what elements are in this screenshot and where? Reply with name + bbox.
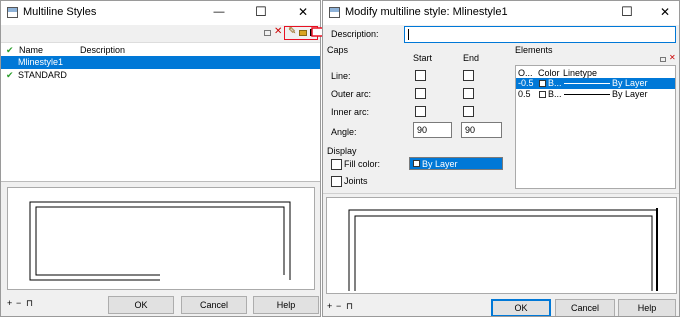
color-column-header[interactable]: Color <box>538 68 560 78</box>
angle-end-input[interactable]: 90 <box>461 122 502 138</box>
linetype-sample <box>564 83 610 84</box>
inner-arc-start-checkbox[interactable] <box>415 106 426 117</box>
color-swatch-icon <box>539 91 546 98</box>
list-item[interactable]: ✔ STANDARD <box>1 69 320 82</box>
description-column-header[interactable]: Description <box>80 45 125 55</box>
maximize-button[interactable]: ☐ <box>247 1 275 23</box>
outer-arc-label: Outer arc: <box>331 89 372 99</box>
zoom-in-icon[interactable]: + <box>7 298 12 308</box>
app-icon <box>329 7 340 18</box>
fill-color-checkbox[interactable] <box>331 159 342 170</box>
element-color: B... <box>548 89 562 99</box>
cancel-button[interactable]: Cancel <box>555 299 615 316</box>
display-heading: Display <box>327 146 357 156</box>
description-label: Description: <box>331 29 379 39</box>
zoom-out-icon[interactable]: − <box>16 298 21 308</box>
close-button[interactable]: ✕ <box>651 1 679 23</box>
multiline-styles-dialog: Multiline Styles — ☐ ✕ ✕ ✎ ✔ Name Descri… <box>0 0 321 317</box>
pencil-edit-icon[interactable]: ✎ <box>288 26 296 37</box>
ok-button[interactable]: OK <box>491 299 551 316</box>
dialog-title: Multiline Styles <box>23 6 97 18</box>
element-row[interactable]: -0.5 B... By Layer <box>516 78 675 89</box>
color-swatch-icon <box>539 80 546 87</box>
fill-color-label: Fill color: <box>344 159 381 169</box>
help-button[interactable]: Help <box>253 296 319 314</box>
zoom-out-icon[interactable]: − <box>336 301 341 311</box>
minimize-button[interactable]: — <box>205 1 233 23</box>
ok-button[interactable]: OK <box>108 296 174 314</box>
close-button[interactable]: ✕ <box>289 1 317 23</box>
style-name: Mlinestyle1 <box>18 57 64 67</box>
linetype-sample <box>564 94 610 95</box>
fill-color-value: By Layer <box>422 159 458 169</box>
preview-lines <box>29 201 291 281</box>
list-item[interactable]: Mlinestyle1 <box>1 56 320 69</box>
angle-start-input[interactable]: 90 <box>413 122 452 138</box>
elements-heading: Elements <box>515 45 553 55</box>
app-icon <box>7 7 18 18</box>
title-bar: Multiline Styles — ☐ ✕ <box>1 1 320 25</box>
title-bar: Modify multiline style: Mlinestyle1 ☐ ✕ <box>323 1 679 25</box>
outer-arc-start-checkbox[interactable] <box>415 88 426 99</box>
folder-open-icon[interactable] <box>299 30 307 36</box>
name-column-header[interactable]: Name <box>19 45 43 55</box>
joints-label: Joints <box>344 176 368 186</box>
delete-x-icon[interactable]: ✕ <box>669 53 676 62</box>
restore-small-icon[interactable] <box>660 57 666 62</box>
preview-lines <box>348 208 658 291</box>
joints-checkbox[interactable] <box>331 176 342 187</box>
element-offset: -0.5 <box>518 78 534 88</box>
caps-heading: Caps <box>327 45 349 55</box>
zoom-fit-icon[interactable]: ⊓ <box>346 301 353 312</box>
modify-multiline-style-dialog: Modify multiline style: Mlinestyle1 ☐ ✕ … <box>322 0 680 317</box>
restore-small-icon[interactable] <box>264 30 271 36</box>
check-column-icon: ✔ <box>6 45 14 55</box>
line-cap-label: Line: <box>331 71 351 81</box>
line-end-checkbox[interactable] <box>463 70 474 81</box>
caps-end-header: End <box>463 53 480 63</box>
styles-list: ✔ Name Description Mlinestyle1 ✔ STANDAR… <box>1 42 320 182</box>
element-color: B... <box>548 78 562 88</box>
zoom-fit-icon[interactable]: ⊓ <box>26 298 33 309</box>
line-start-checkbox[interactable] <box>415 70 426 81</box>
caps-start-header: Start <box>413 53 433 63</box>
style-preview <box>326 197 677 294</box>
inner-arc-label: Inner arc: <box>331 107 370 117</box>
style-preview <box>7 187 315 290</box>
help-button[interactable]: Help <box>618 299 676 316</box>
linetype-column-header[interactable]: Linetype <box>563 68 597 78</box>
fill-color-dropdown[interactable]: By Layer <box>409 157 503 170</box>
element-linetype: By Layer <box>612 78 648 88</box>
divider <box>323 193 679 194</box>
text-cursor <box>408 29 409 40</box>
delete-x-icon[interactable]: ✕ <box>274 26 282 37</box>
element-offset: 0.5 <box>518 89 531 99</box>
angle-label: Angle: <box>331 127 357 137</box>
maximize-button[interactable]: ☐ <box>613 1 641 23</box>
style-name: STANDARD <box>18 70 67 80</box>
element-row[interactable]: 0.5 B... By Layer <box>516 89 675 100</box>
dialog-title: Modify multiline style: Mlinestyle1 <box>345 6 508 18</box>
inner-arc-end-checkbox[interactable] <box>463 106 474 117</box>
current-check-icon: ✔ <box>6 70 14 80</box>
cancel-button[interactable]: Cancel <box>181 296 247 314</box>
color-swatch-icon <box>413 160 420 167</box>
elements-list: O... Color Linetype -0.5 B... By Layer 0… <box>515 65 676 189</box>
element-linetype: By Layer <box>612 89 648 99</box>
zoom-in-icon[interactable]: + <box>327 301 332 311</box>
offset-column-header[interactable]: O... <box>518 68 533 78</box>
outer-arc-end-checkbox[interactable] <box>463 88 474 99</box>
description-input[interactable] <box>404 26 676 43</box>
